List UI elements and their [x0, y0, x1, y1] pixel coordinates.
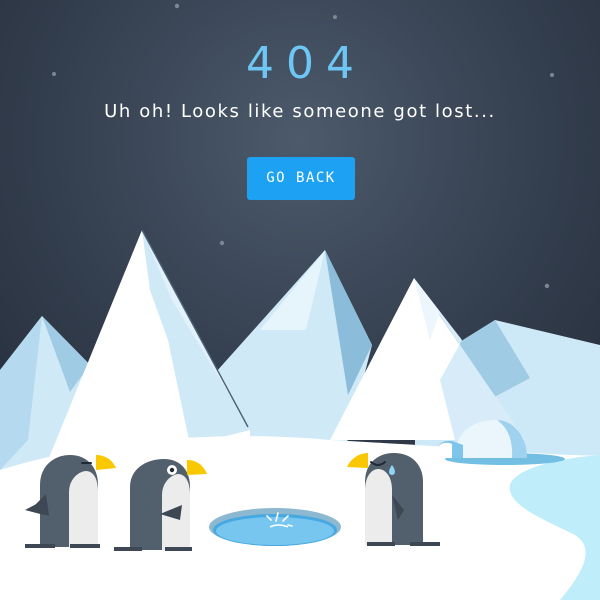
error-message: Uh oh! Looks like someone got lost... [104, 101, 496, 122]
ice-hole [209, 508, 341, 546]
error-code-heading: 404 [246, 38, 366, 89]
go-back-button[interactable]: GO BACK [247, 157, 355, 200]
night-snow-scene [0, 0, 600, 600]
